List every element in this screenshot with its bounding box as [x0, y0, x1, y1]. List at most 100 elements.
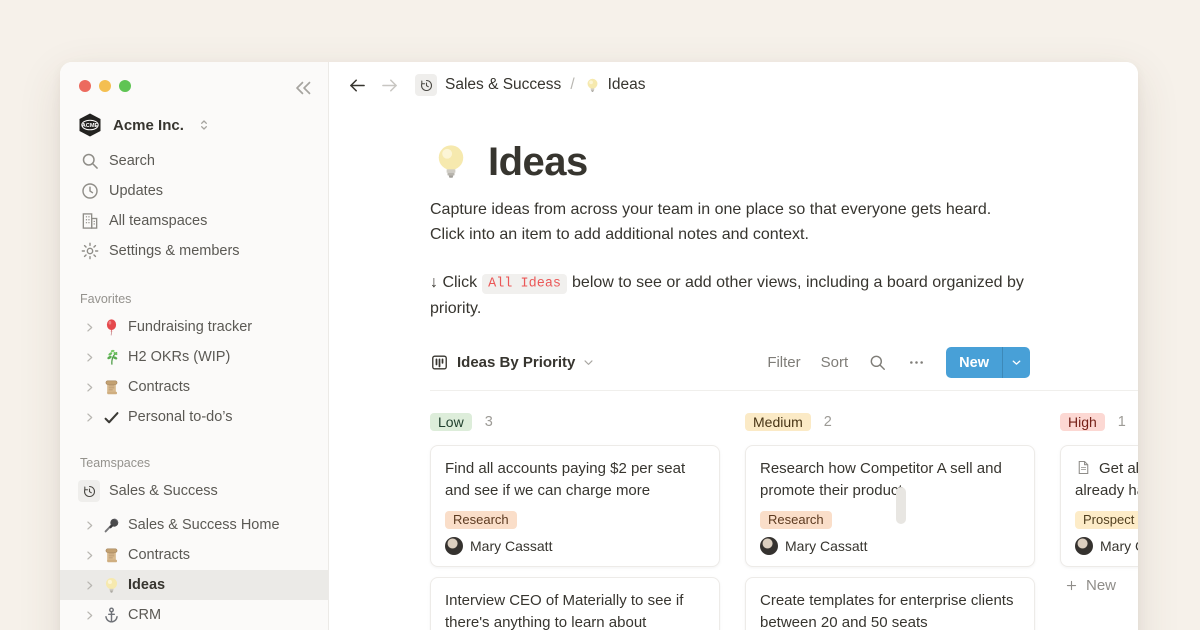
sidebar-item-personal-todos[interactable]: Personal to-do’s — [60, 402, 328, 432]
breadcrumb-separator: / — [570, 76, 574, 94]
workspace-expand-icon — [196, 117, 212, 133]
minimize-window-button[interactable] — [99, 80, 111, 92]
breadcrumb-parent[interactable]: Sales & Success — [445, 76, 561, 94]
sidebar-item-all-teamspaces[interactable]: All teamspaces — [60, 206, 328, 236]
workspace-name: Acme Inc. — [113, 117, 184, 134]
herb-icon — [102, 348, 121, 367]
assignee-name: Mary Cassatt — [470, 538, 552, 554]
card-assignee: Mary Cassatt — [760, 537, 1020, 555]
page-hint: ↓ ClickAll Ideasbelow to see or add othe… — [430, 270, 1030, 321]
sidebar-item-label: Updates — [109, 183, 163, 199]
microphone-icon — [102, 516, 121, 535]
card-title: Find all accounts paying $2 per seat and… — [445, 458, 705, 502]
column-pill-low[interactable]: Low — [430, 413, 472, 431]
sidebar-item-search[interactable]: Search — [60, 146, 328, 176]
new-button[interactable]: New — [946, 347, 1030, 378]
zoom-window-button[interactable] — [119, 80, 131, 92]
card-assignee: Mary Cassatt — [445, 537, 705, 555]
topbar: Sales & Success / Ideas Share — [329, 62, 1138, 108]
history-icon[interactable] — [415, 74, 437, 96]
sort-button[interactable]: Sort — [821, 354, 849, 371]
card-tag: Prospect — [1075, 511, 1138, 529]
page-title: Ideas — [488, 140, 588, 185]
sidebar-teamspace-sales-and-success[interactable]: Sales & Success — [60, 476, 328, 506]
column-count: 1 — [1118, 414, 1126, 430]
search-icon[interactable] — [868, 353, 887, 372]
sidebar-item-contracts-favorite[interactable]: Contracts — [60, 372, 328, 402]
sidebar-item-label: Contracts — [128, 379, 190, 395]
column-pill-high[interactable]: High — [1060, 413, 1105, 431]
board-card[interactable]: Create templates for enterprise clients … — [745, 577, 1035, 630]
new-button-label[interactable]: New — [946, 347, 1002, 378]
window-controls — [60, 62, 328, 92]
sidebar-item-label: All teamspaces — [109, 213, 207, 229]
sidebar-item-updates[interactable]: Updates — [60, 176, 328, 206]
history-icon — [78, 480, 100, 502]
svg-text:ACME: ACME — [82, 123, 99, 129]
hint-prefix: ↓ Click — [430, 274, 477, 291]
sidebar-item-sales-success-home[interactable]: Sales & Success Home — [60, 510, 328, 540]
avatar — [445, 537, 463, 555]
lightbulb-icon — [102, 576, 121, 595]
sidebar-item-label: Sales & Success Home — [128, 517, 280, 533]
forward-arrow-icon[interactable] — [379, 75, 400, 96]
page-icon — [1075, 459, 1092, 476]
add-card-button[interactable]: New — [1060, 577, 1138, 594]
sidebar-item-settings[interactable]: Settings & members — [60, 236, 328, 266]
sidebar-item-h2-okrs[interactable]: H2 OKRs (WIP) — [60, 342, 328, 372]
card-title: Interview CEO of Materially to see if th… — [445, 590, 705, 630]
view-name[interactable]: Ideas By Priority — [457, 354, 575, 371]
assignee-name: Mary Cassatt — [785, 538, 867, 554]
scroll-icon — [102, 546, 121, 565]
card-title: Research how Competitor A sell and promo… — [760, 458, 1020, 502]
column-count: 3 — [485, 414, 493, 430]
card-tag: Research — [445, 511, 517, 529]
board-card[interactable]: Get all already ha Prospect Mary C — [1060, 445, 1138, 567]
avatar — [760, 537, 778, 555]
breadcrumb-current[interactable]: Ideas — [608, 76, 646, 94]
lightbulb-icon[interactable] — [430, 141, 472, 183]
sidebar-item-ideas[interactable]: Ideas — [60, 570, 328, 600]
back-arrow-icon[interactable] — [347, 75, 368, 96]
chevron-right-icon[interactable] — [82, 518, 97, 533]
board-card[interactable]: Research how Competitor A sell and promo… — [745, 445, 1035, 567]
chevron-right-icon[interactable] — [82, 410, 97, 425]
board-view-icon — [430, 353, 449, 372]
chevron-right-icon[interactable] — [82, 608, 97, 623]
column-pill-medium[interactable]: Medium — [745, 413, 811, 431]
sidebar-item-label: Personal to-do’s — [128, 409, 233, 425]
chevron-down-icon[interactable] — [1003, 347, 1030, 378]
sidebar-item-fundraising-tracker[interactable]: Fundraising tracker — [60, 312, 328, 342]
scroll-icon — [102, 378, 121, 397]
sidebar-item-label: Search — [109, 153, 155, 169]
chevron-right-icon[interactable] — [82, 320, 97, 335]
app-window: ACME Acme Inc. Search Updates All teamsp… — [60, 62, 1138, 630]
board-card[interactable]: Interview CEO of Materially to see if th… — [430, 577, 720, 630]
sidebar-collapse-icon[interactable] — [290, 75, 316, 101]
sidebar-item-label: Settings & members — [109, 243, 240, 259]
more-options-icon[interactable] — [907, 353, 926, 372]
close-window-button[interactable] — [79, 80, 91, 92]
column-count: 2 — [824, 414, 832, 430]
sidebar-item-label: H2 OKRs (WIP) — [128, 349, 230, 365]
anchor-icon — [102, 606, 121, 625]
filter-button[interactable]: Filter — [767, 354, 800, 371]
teamspaces-section-title: Teamspaces — [80, 456, 328, 470]
chevron-down-icon[interactable] — [581, 355, 596, 370]
chevron-right-icon[interactable] — [82, 350, 97, 365]
sidebar-item-label: CRM — [128, 607, 161, 623]
board-column-low: Low 3 Find all accounts paying $2 per se… — [430, 411, 720, 630]
board-card[interactable]: Find all accounts paying $2 per seat and… — [430, 445, 720, 567]
sidebar-item-label: Sales & Success — [109, 483, 218, 499]
workspace-switcher[interactable]: ACME Acme Inc. — [77, 110, 314, 140]
board-column-medium: Medium 2 Research how Competitor A sell … — [745, 411, 1035, 630]
sidebar-item-contracts-teamspace[interactable]: Contracts — [60, 540, 328, 570]
sidebar-item-crm[interactable]: CRM — [60, 600, 328, 630]
balloon-icon — [102, 318, 121, 337]
board-column-high: High 1 Get all already ha Prospect Mary … — [1060, 411, 1138, 630]
chevron-right-icon[interactable] — [82, 380, 97, 395]
chevron-right-icon[interactable] — [82, 548, 97, 563]
clock-icon — [80, 181, 100, 201]
chevron-right-icon[interactable] — [82, 578, 97, 593]
scrollbar-thumb[interactable] — [896, 487, 906, 524]
